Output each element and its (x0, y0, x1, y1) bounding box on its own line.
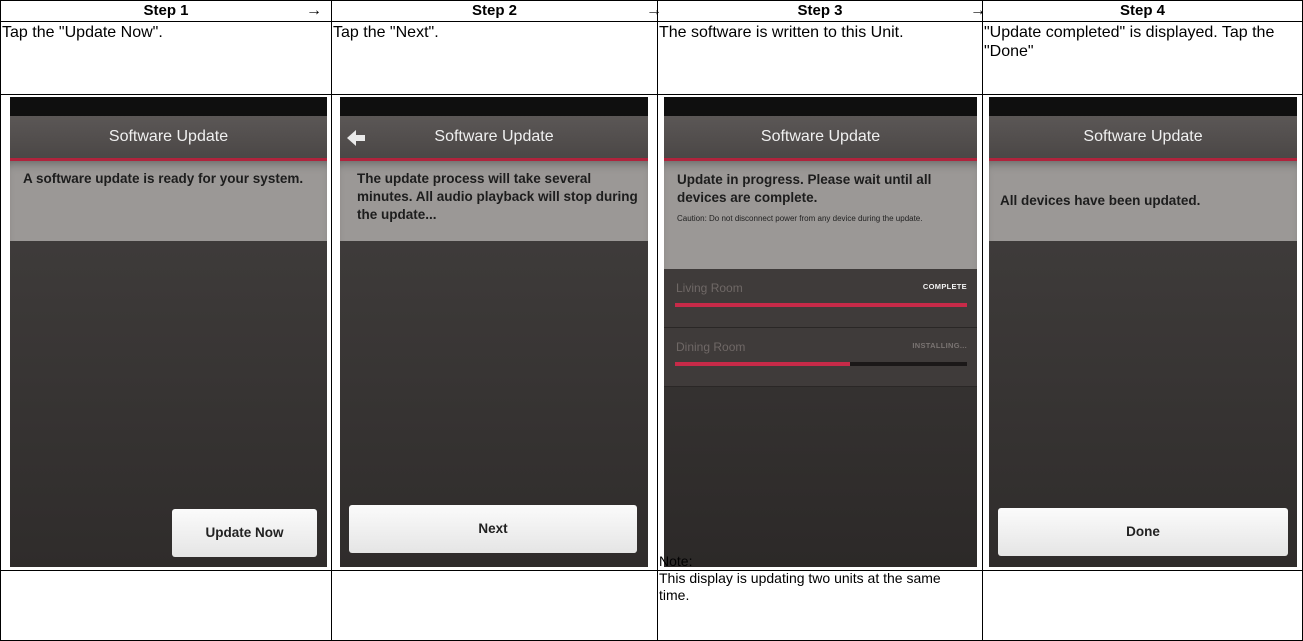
status-bar (340, 97, 648, 116)
table-border (0, 94, 1303, 95)
progress-fill (675, 303, 967, 307)
progress-message: Update in progress. Please wait until al… (677, 172, 932, 205)
phone-screen-3: Software Update Update in progress. Plea… (664, 97, 977, 567)
screen-title: Software Update (10, 116, 327, 158)
device-name: Dining Room (676, 340, 746, 354)
table-border (982, 0, 983, 641)
progress-track (675, 303, 967, 307)
status-bar (989, 97, 1297, 116)
step-description: Tap the "Next". (333, 24, 439, 41)
note-cell: Note: This display is updating two units… (659, 553, 941, 603)
arrow-icon: → (306, 2, 322, 19)
progress-fill (675, 362, 851, 366)
status-bar (664, 97, 977, 116)
message-text: The update process will take several min… (340, 161, 648, 241)
phone-screen-2: Software Update The update process will … (340, 97, 648, 567)
table-border (0, 570, 1303, 571)
device-status: COMPLETE (922, 282, 967, 291)
message-text: Update in progress. Please wait until al… (664, 161, 977, 269)
device-status: INSTALLING... (912, 341, 967, 350)
progress-track (675, 362, 967, 366)
screen-title: Software Update (664, 116, 977, 158)
device-row: Dining Room INSTALLING... (664, 328, 977, 387)
message-text: All devices have been updated. (989, 161, 1297, 241)
step-header: Step 1 (143, 2, 189, 19)
step-header: Step 4 (1119, 2, 1165, 19)
step-description: "Update completed" is displayed. Tap the… (984, 24, 1275, 60)
step-description: Tap the "Update Now". (2, 24, 163, 41)
screen-body: Living Room COMPLETE Dining Room INSTALL… (664, 269, 977, 567)
screen-title: Software Update (989, 116, 1297, 158)
message-text: A software update is ready for your syst… (10, 161, 327, 241)
table-border (657, 0, 658, 641)
table-border (331, 0, 332, 641)
caution-text: Caution: Do not disconnect power from an… (677, 214, 923, 223)
screen-title: Software Update (340, 116, 648, 158)
device-name: Living Room (676, 281, 743, 295)
table-border (0, 21, 1303, 22)
next-button[interactable]: Next (349, 505, 637, 553)
phone-screen-4: Software Update All devices have been up… (989, 97, 1297, 567)
done-button[interactable]: Done (998, 508, 1288, 556)
table-border (0, 0, 1, 641)
step-description: The software is written to this Unit. (659, 24, 904, 41)
instruction-table: Step 1 → Step 2 → Step 3 → Step 4 Tap th… (0, 0, 1303, 641)
update-now-button[interactable]: Update Now (172, 509, 317, 557)
phone-screen-1: Software Update A software update is rea… (10, 97, 327, 567)
back-arrow-icon[interactable] (346, 128, 366, 148)
device-row: Living Room COMPLETE (664, 269, 977, 328)
step-header: Step 2 (471, 2, 517, 19)
status-bar (10, 97, 327, 116)
step-header: Step 3 (797, 2, 843, 19)
